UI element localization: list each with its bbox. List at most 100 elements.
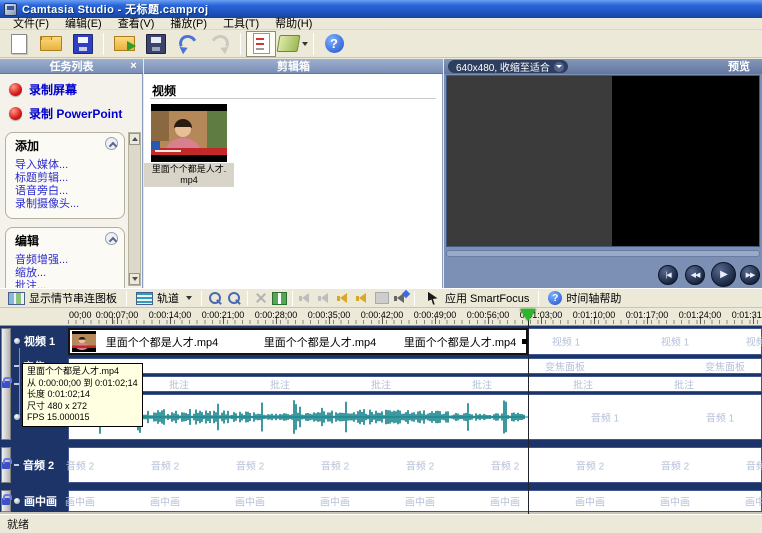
- track-group-grip[interactable]: [1, 328, 11, 440]
- task-panel: 录制屏幕 录制 PowerPoint 添加导入媒体...标题剪辑...语音旁白.…: [0, 74, 143, 288]
- rewind-button[interactable]: ◀◀: [685, 265, 705, 285]
- track-label-video1[interactable]: 视频 1: [14, 333, 67, 349]
- timeline-ruler[interactable]: 00;000:00:07;000:00:14;000:00:21;000:00:…: [0, 308, 762, 326]
- redo-button[interactable]: [205, 31, 235, 57]
- ruler-label: 0:00:35;00: [308, 310, 351, 320]
- lock-icon[interactable]: [2, 381, 10, 388]
- preview-size-dropdown[interactable]: 640x480, 收缩至适合: [448, 60, 568, 73]
- open-button[interactable]: [36, 31, 66, 57]
- task-groups: 添加导入媒体...标题剪辑...语音旁白...录制摄像头...编辑音频增强...…: [5, 132, 125, 288]
- menu-item-1[interactable]: 编辑(E): [58, 18, 111, 30]
- produce-share-button[interactable]: [278, 31, 308, 57]
- playhead-marker[interactable]: [520, 309, 536, 321]
- track-group-grip[interactable]: [1, 490, 11, 512]
- undo-button[interactable]: [173, 31, 203, 57]
- task-list-toggle-button[interactable]: [246, 31, 276, 57]
- ruler-label: 0:00:56;00: [467, 310, 510, 320]
- task-panel-scrollbar[interactable]: [128, 132, 141, 286]
- timeline-help-button[interactable]: ? 时间轴帮助: [544, 289, 625, 307]
- play-button[interactable]: ▶: [711, 262, 736, 287]
- task-link-1-1[interactable]: 缩放...: [15, 267, 124, 280]
- divider: [201, 291, 202, 306]
- collapse-icon[interactable]: [105, 232, 118, 245]
- clip-caption[interactable]: 里面个个都是人才. mp4: [144, 163, 234, 187]
- clip-thumbnail[interactable]: [151, 104, 227, 162]
- chevron-down-icon: [186, 296, 192, 300]
- new-button[interactable]: [4, 31, 34, 57]
- skip-to-start-button[interactable]: |◀: [658, 265, 678, 285]
- status-bar: 就绪: [0, 514, 762, 533]
- tracks-button[interactable]: 轨道: [132, 289, 196, 307]
- menu-item-5[interactable]: 帮助(H): [268, 18, 321, 30]
- fade-in-icon[interactable]: [335, 291, 352, 306]
- lock-icon[interactable]: [2, 462, 10, 469]
- save-as-button[interactable]: [141, 31, 171, 57]
- smartfocus-label: 应用 SmartFocus: [445, 290, 529, 306]
- marker-star-icon: [402, 289, 410, 297]
- scroll-up-icon[interactable]: [129, 133, 140, 145]
- ruler-label: 0:01:24;00: [679, 310, 722, 320]
- menu-item-0[interactable]: 文件(F): [6, 18, 58, 30]
- save-button[interactable]: [68, 31, 98, 57]
- seek-bar[interactable]: [446, 250, 760, 257]
- apply-smartfocus-button[interactable]: 应用 SmartFocus: [420, 289, 533, 307]
- task-link-0-0[interactable]: 导入媒体...: [15, 159, 124, 172]
- split-icon[interactable]: [271, 291, 288, 306]
- cut-icon[interactable]: [252, 291, 269, 306]
- fade-out-icon[interactable]: [354, 291, 371, 306]
- show-storyboard-button[interactable]: 显示情节串连图板: [4, 289, 121, 307]
- clip-info-tooltip: 里面个个都是人才.mp4从 0:00:00;00 到 0:01:02;14长度 …: [22, 363, 143, 427]
- zoom-in-icon[interactable]: [207, 291, 224, 306]
- ruler-label: 0:00:49;00: [414, 310, 457, 320]
- menu-item-2[interactable]: 查看(V): [111, 18, 164, 30]
- track-row-zoom[interactable]: [68, 358, 762, 374]
- task-link-0-2[interactable]: 语音旁白...: [15, 185, 124, 198]
- main-toolbar: [0, 30, 762, 58]
- task-group-0: 添加导入媒体...标题剪辑...语音旁白...录制摄像头...: [5, 132, 125, 219]
- import-media-button[interactable]: [109, 31, 139, 57]
- window-title: Camtasia Studio - 无标题.camproj: [22, 1, 208, 17]
- task-link-0-1[interactable]: 标题剪辑...: [15, 172, 124, 185]
- track-row-pip[interactable]: [68, 490, 762, 512]
- task-link-0-3[interactable]: 录制摄像头...: [15, 198, 124, 211]
- volume-up-icon[interactable]: [316, 291, 333, 306]
- record-powerpoint-button[interactable]: 录制 PowerPoint: [9, 105, 142, 122]
- menu-item-4[interactable]: 工具(T): [216, 18, 268, 30]
- menu-item-3[interactable]: 播放(P): [163, 18, 216, 30]
- record-powerpoint-label: 录制 PowerPoint: [29, 105, 122, 122]
- track-label-audio2[interactable]: 音频 2: [14, 457, 67, 473]
- camtasia-window: Camtasia Studio - 无标题.camproj 文件(F)编辑(E)…: [0, 0, 762, 533]
- task-link-1-0[interactable]: 音频增强...: [15, 254, 124, 267]
- lock-icon[interactable]: [2, 498, 10, 505]
- ruler-label: 0:00:42;00: [361, 310, 404, 320]
- clip-filename: 里面个个都是人才.mp4: [106, 334, 218, 350]
- divider: [313, 33, 314, 55]
- app-icon: [4, 3, 17, 16]
- help-button[interactable]: [319, 31, 349, 57]
- record-screen-label: 录制屏幕: [29, 81, 77, 98]
- clip-bin-header: 剪辑箱: [144, 59, 443, 74]
- divider: [126, 291, 127, 306]
- fast-forward-button[interactable]: ▶▶: [740, 265, 760, 285]
- close-icon[interactable]: ×: [127, 60, 140, 72]
- remove-noise-icon[interactable]: [373, 291, 390, 306]
- record-screen-button[interactable]: 录制屏幕: [9, 81, 142, 98]
- track-row-callout[interactable]: [68, 376, 762, 392]
- divider: [103, 33, 104, 55]
- scroll-down-icon[interactable]: [129, 273, 140, 285]
- track-row-audio2[interactable]: [68, 447, 762, 483]
- clip-resize-handle[interactable]: [522, 339, 527, 344]
- track-group-grip[interactable]: [1, 447, 11, 483]
- volume-down-icon[interactable]: [297, 291, 314, 306]
- task-link-1-2[interactable]: 批注...: [15, 280, 124, 288]
- tracks-icon: [136, 291, 153, 306]
- title-bar[interactable]: Camtasia Studio - 无标题.camproj: [0, 0, 762, 18]
- tooltip-line: 尺寸 480 x 272: [27, 401, 138, 413]
- add-marker-icon[interactable]: [392, 291, 409, 306]
- preview-video-area: [446, 75, 760, 247]
- collapse-icon[interactable]: [105, 137, 118, 150]
- zoom-out-icon[interactable]: [226, 291, 243, 306]
- track-label-pip[interactable]: 画中画: [14, 493, 67, 509]
- timeline-clip[interactable]: 里面个个都是人才.mp4里面个个都是人才.mp4里面个个都是人才.mp4: [68, 328, 528, 355]
- track-bullet-icon: [14, 338, 20, 344]
